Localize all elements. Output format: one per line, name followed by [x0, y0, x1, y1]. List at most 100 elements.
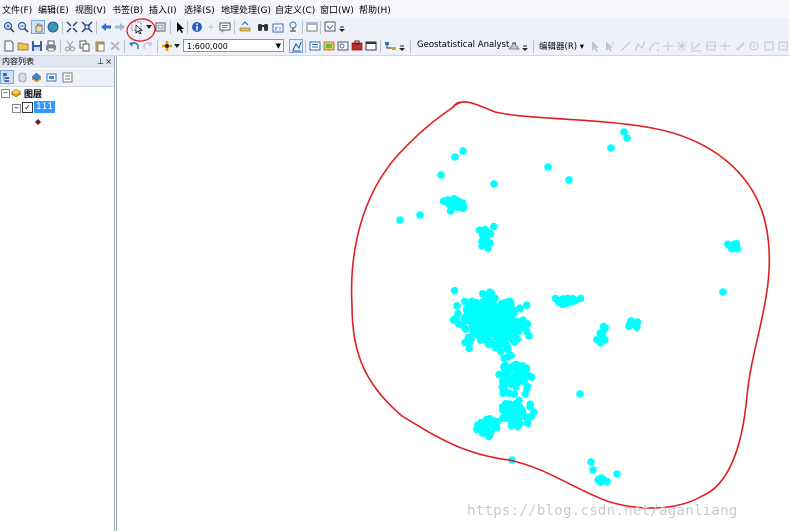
- scale-dropdown-arrow-icon[interactable]: ▼: [276, 40, 281, 53]
- undo-icon[interactable]: [127, 39, 141, 53]
- dropdown-arrow-icon[interactable]: [145, 20, 152, 34]
- toolbar-separator: [410, 40, 411, 53]
- list-by-source-icon[interactable]: [15, 70, 29, 84]
- layer-row[interactable]: − ✓ 111: [0, 101, 114, 114]
- clear-selection-icon[interactable]: [154, 20, 168, 34]
- menu-geoprocessing[interactable]: 地理处理(G): [221, 3, 271, 16]
- identify-info-icon[interactable]: [190, 20, 204, 34]
- print-icon[interactable]: [44, 39, 58, 53]
- attributes-icon[interactable]: [747, 39, 761, 53]
- redo-icon[interactable]: [141, 39, 155, 53]
- reshape-feature-icon[interactable]: [690, 39, 704, 53]
- point-feature: [499, 326, 508, 334]
- copy-icon[interactable]: [78, 39, 92, 53]
- open-folder-icon[interactable]: [16, 39, 30, 53]
- layer-name-label[interactable]: 111: [34, 101, 56, 113]
- catalog-icon[interactable]: [322, 39, 336, 53]
- edit-annotation-icon[interactable]: A: [602, 39, 616, 53]
- menu-view[interactable]: 视图(V): [75, 3, 106, 16]
- fixed-zoom-in-icon[interactable]: [65, 20, 79, 34]
- cut-scissors-icon[interactable]: [63, 39, 77, 53]
- table-of-contents-icon[interactable]: [308, 39, 322, 53]
- forward-arrow-icon[interactable]: [113, 20, 127, 34]
- close-icon[interactable]: ×: [105, 56, 112, 68]
- menu-edit[interactable]: 编辑(E): [38, 3, 69, 16]
- rotate-tool-icon[interactable]: [733, 39, 747, 53]
- geostat-wizard-icon[interactable]: [507, 39, 521, 53]
- point-feature: [587, 458, 595, 466]
- point-features: [396, 128, 742, 487]
- overview-window-icon[interactable]: [323, 20, 337, 34]
- menu-selection[interactable]: 选择(S): [184, 3, 215, 16]
- straight-segment-icon[interactable]: [619, 39, 633, 53]
- python-window-icon[interactable]: [364, 39, 378, 53]
- menu-insert[interactable]: 插入(I): [149, 3, 177, 16]
- geostatistical-analyst-menu[interactable]: Geostatistical Analyst ▾: [417, 40, 516, 50]
- measure-ruler-icon[interactable]: [238, 20, 252, 34]
- layers-group-row[interactable]: − 图层: [0, 87, 114, 100]
- point-feature: [565, 176, 573, 184]
- fixed-zoom-out-icon[interactable]: [80, 20, 94, 34]
- find-binoculars-icon[interactable]: [256, 20, 270, 34]
- point-feature: [497, 347, 505, 356]
- zoom-out-icon[interactable]: [16, 20, 30, 34]
- list-by-visibility-icon[interactable]: [29, 70, 43, 84]
- select-elements-arrow-icon[interactable]: [173, 20, 187, 34]
- trace-icon[interactable]: [633, 39, 647, 53]
- arc-segment-icon[interactable]: [647, 39, 661, 53]
- modelbuilder-icon[interactable]: [384, 39, 398, 53]
- toolbar-options-chevron-icon[interactable]: [521, 39, 529, 53]
- layer-visibility-checkbox[interactable]: ✓: [22, 102, 33, 113]
- search-window-icon[interactable]: [336, 39, 350, 53]
- create-features-icon[interactable]: [776, 39, 789, 53]
- editor-menu[interactable]: 编辑器(R) ▾: [539, 40, 584, 52]
- menu-bookmarks[interactable]: 书签(B): [112, 3, 143, 16]
- split-tool-icon[interactable]: [718, 39, 732, 53]
- new-document-icon[interactable]: [2, 39, 16, 53]
- cut-polygons-icon[interactable]: [704, 39, 718, 53]
- collapse-toggle-icon[interactable]: −: [1, 89, 10, 98]
- menu-windows[interactable]: 窗口(W): [320, 3, 354, 16]
- toc-options-icon[interactable]: [60, 70, 74, 84]
- point-feature: [594, 476, 602, 484]
- create-viewer-window-icon[interactable]: [305, 20, 319, 34]
- menu-file[interactable]: 文件(F): [2, 3, 32, 16]
- time-slider-icon[interactable]: [286, 20, 300, 34]
- toolbar-options-chevron-icon[interactable]: [338, 20, 346, 34]
- menu-customize[interactable]: 自定义(C): [275, 3, 315, 16]
- point-feature: [623, 134, 631, 142]
- full-extent-globe-icon[interactable]: [46, 20, 60, 34]
- back-arrow-icon[interactable]: [99, 20, 113, 34]
- map-view[interactable]: [116, 56, 789, 531]
- point-feature: [719, 288, 727, 296]
- sketch-properties-icon[interactable]: [762, 39, 776, 53]
- hyperlink-lightning-icon[interactable]: [204, 20, 218, 34]
- svg-text:XY: XY: [274, 26, 282, 33]
- pan-hand-icon[interactable]: [31, 20, 45, 34]
- point-feature: [501, 414, 509, 423]
- go-to-xy-icon[interactable]: XY: [271, 20, 285, 34]
- delete-x-icon[interactable]: [108, 39, 122, 53]
- toolbar-options-chevron-icon[interactable]: [398, 39, 406, 53]
- map-scale-combobox[interactable]: 1:600,000 ▼: [183, 39, 284, 52]
- add-data-icon[interactable]: [160, 39, 174, 53]
- add-data-dropdown-icon[interactable]: [173, 39, 180, 53]
- menu-help[interactable]: 帮助(H): [359, 3, 391, 16]
- collapse-toggle-icon[interactable]: −: [12, 104, 21, 113]
- save-disk-icon[interactable]: [30, 39, 44, 53]
- map-canvas[interactable]: [117, 56, 789, 531]
- list-by-drawing-order-icon[interactable]: [0, 70, 14, 84]
- edit-vertices-icon[interactable]: [675, 39, 689, 53]
- pin-icon[interactable]: ⊥: [97, 56, 104, 68]
- editor-toolbar-icon[interactable]: [289, 39, 303, 53]
- edit-tool-icon[interactable]: [588, 39, 602, 53]
- point-icon[interactable]: [661, 39, 675, 53]
- paste-clipboard-icon[interactable]: [93, 39, 107, 53]
- list-by-selection-icon[interactable]: [44, 70, 58, 84]
- zoom-in-icon[interactable]: [2, 20, 16, 34]
- toolbar-separator: [302, 21, 303, 34]
- point-feature: [486, 338, 495, 346]
- arctoolbox-icon[interactable]: [350, 39, 364, 53]
- html-popup-icon[interactable]: [218, 20, 232, 34]
- table-of-contents-panel: 内容列表 ⊥ × − 图层 − ✓ 111: [0, 56, 115, 531]
